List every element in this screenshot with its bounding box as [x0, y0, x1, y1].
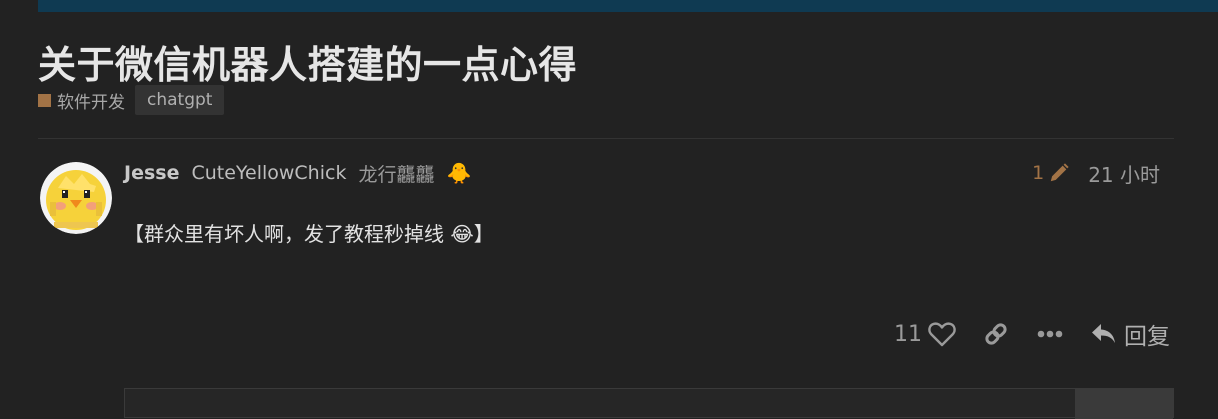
user-flair-icon: 🐥 [446, 161, 472, 185]
ellipsis-icon [1037, 330, 1063, 338]
composer-submit-button[interactable] [1075, 389, 1173, 419]
header-bar [38, 0, 1218, 12]
chick-avatar-icon [40, 162, 112, 234]
avatar[interactable] [40, 162, 112, 234]
edit-history-button[interactable]: 1 [1032, 162, 1070, 184]
edit-count: 1 [1032, 162, 1045, 184]
category-badge-icon [38, 93, 51, 107]
reply-label: 回复 [1124, 324, 1170, 350]
category-link[interactable]: 软件开发 [38, 88, 125, 113]
post-date[interactable]: 21 小时 [1088, 159, 1160, 188]
full-name[interactable]: CuteYellowChick [191, 162, 346, 184]
reply-button[interactable]: 回复 [1090, 317, 1170, 351]
topic-categories: 软件开发 chatgpt [38, 84, 225, 116]
like-button[interactable]: 11 [894, 321, 956, 347]
post-actions: 11 回复 [830, 312, 1170, 356]
topic-title[interactable]: 关于微信机器人搭建的一点心得 [38, 34, 577, 89]
link-icon [985, 323, 1007, 345]
divider [38, 138, 1174, 139]
user-title: 龙行龘龘 [358, 163, 435, 186]
tag-chatgpt[interactable]: chatgpt [135, 85, 225, 115]
post-body: 【群众里有坏人啊，发了教程秒掉线 😂】 [124, 222, 494, 246]
heart-icon [928, 322, 956, 347]
category-label: 软件开发 [57, 92, 125, 113]
quick-reply-composer[interactable] [124, 388, 1174, 419]
more-actions-button[interactable] [1036, 329, 1064, 339]
pencil-icon [1050, 163, 1069, 182]
like-count: 11 [894, 321, 922, 347]
post-meta: Jesse CuteYellowChick 龙行龘龘 🐥 [124, 158, 471, 188]
share-link-button[interactable] [982, 320, 1010, 348]
post-info: 1 21 小时 [1000, 158, 1160, 188]
username[interactable]: Jesse [124, 162, 179, 184]
reply-arrow-icon [1092, 324, 1115, 343]
